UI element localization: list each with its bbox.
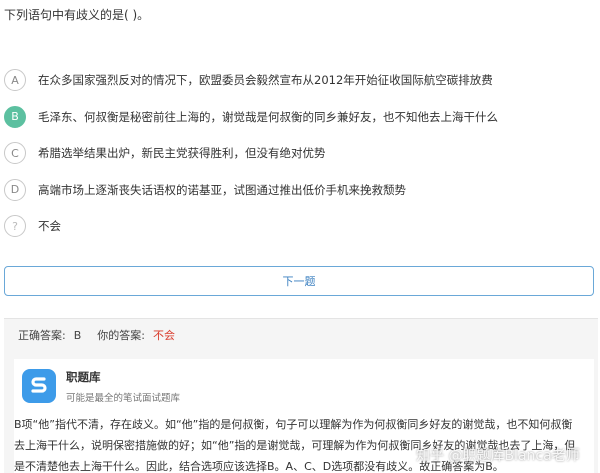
option-d[interactable]: D 高端市场上逐渐丧失话语权的诺基亚，试图通过推出低价手机来挽救颓势 xyxy=(4,172,594,209)
question-text: 下列语句中有歧义的是( )。 xyxy=(4,8,150,22)
option-dont-know[interactable]: ? 不会 xyxy=(4,208,594,245)
option-b-badge: B xyxy=(4,105,26,128)
option-list: A 在众多国家强烈反对的情况下，欧盟委员会毅然宣布从2012年开始征收国际航空碳… xyxy=(4,62,594,245)
watermark: 知乎 @职题库Blanca老师 xyxy=(416,448,580,464)
option-b[interactable]: B 毛泽东、何叔衡是秘密前往上海的，谢觉哉是何叔衡的同乡兼好友，也不知他去上海干… xyxy=(4,99,594,136)
s-logo-icon xyxy=(31,377,47,393)
your-answer-value: 不会 xyxy=(152,329,175,342)
option-a-text: 在众多国家强烈反对的情况下，欧盟委员会毅然宣布从2012年开始征收国际航空碳排放… xyxy=(38,73,493,88)
option-a-badge: A xyxy=(4,69,26,92)
brand-tagline: 可能是最全的笔试面试题库 xyxy=(66,393,181,404)
option-dont-know-text: 不会 xyxy=(38,219,61,234)
option-d-badge: D xyxy=(4,178,26,201)
option-c[interactable]: C 希腊选举结果出炉，新民主党获得胜利，但没有绝对优势 xyxy=(4,135,594,172)
option-d-text: 高端市场上逐渐丧失话语权的诺基亚，试图通过推出低价手机来挽救颓势 xyxy=(38,182,406,197)
question-mark-icon: ? xyxy=(4,215,26,238)
option-c-text: 希腊选举结果出炉，新民主党获得胜利，但没有绝对优势 xyxy=(38,146,326,161)
brand-logo-icon xyxy=(22,369,56,403)
option-c-badge: C xyxy=(4,142,26,165)
brand-name: 职题库 xyxy=(66,370,101,384)
option-b-text: 毛泽东、何叔衡是秘密前往上海的，谢觉哉是何叔衡的同乡兼好友，也不知他去上海干什么 xyxy=(38,109,498,124)
correct-answer-label: 正确答案: xyxy=(18,329,66,342)
next-question-button[interactable]: 下一题 xyxy=(4,266,594,296)
answer-summary: 正确答案: B 你的答案: 不会 xyxy=(4,319,598,351)
option-a[interactable]: A 在众多国家强烈反对的情况下，欧盟委员会毅然宣布从2012年开始征收国际航空碳… xyxy=(4,62,594,99)
your-answer-label: 你的答案: xyxy=(97,329,145,342)
correct-answer-value: B xyxy=(73,328,82,342)
